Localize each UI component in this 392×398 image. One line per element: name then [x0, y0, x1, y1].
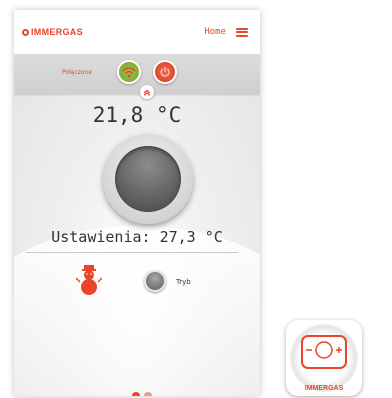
- divider: [26, 252, 238, 253]
- chevron-up-icon: [143, 89, 151, 96]
- wifi-button[interactable]: [117, 60, 141, 84]
- snowman-icon[interactable]: [76, 264, 102, 296]
- page-dot[interactable]: [144, 392, 152, 396]
- dial-center: [115, 146, 181, 212]
- menu-icon[interactable]: [236, 27, 248, 37]
- header-nav: Home: [204, 27, 248, 37]
- app-icon-brand: IMMERGAS: [304, 385, 344, 392]
- brand-name: IMMERGAS: [31, 27, 83, 37]
- power-button[interactable]: [153, 60, 177, 84]
- thermostat-app-icon: [301, 335, 347, 369]
- current-temperature: 21,8 °C: [92, 103, 182, 127]
- temperature-dial[interactable]: [103, 134, 193, 224]
- logo-mark-icon: [22, 28, 29, 36]
- page-indicator: [132, 392, 152, 396]
- power-icon: [160, 67, 170, 77]
- expand-button[interactable]: [140, 85, 154, 99]
- app-screen: IMMERGAS Home Połączone 21,8 °C Ustawien…: [14, 10, 260, 396]
- mode-button[interactable]: [144, 270, 166, 292]
- wifi-icon: [122, 67, 136, 78]
- setpoint-temperature: Ustawienia: 27,3 °C: [51, 228, 223, 246]
- mode-label: Tryb: [176, 278, 191, 286]
- app-launcher-icon[interactable]: IMMERGAS: [286, 320, 362, 396]
- app-header: IMMERGAS Home: [14, 10, 260, 54]
- home-link[interactable]: Home: [204, 27, 226, 37]
- brand-logo: IMMERGAS: [22, 27, 83, 37]
- page-dot-active[interactable]: [132, 392, 140, 396]
- connection-status-label: Połączone: [62, 69, 93, 76]
